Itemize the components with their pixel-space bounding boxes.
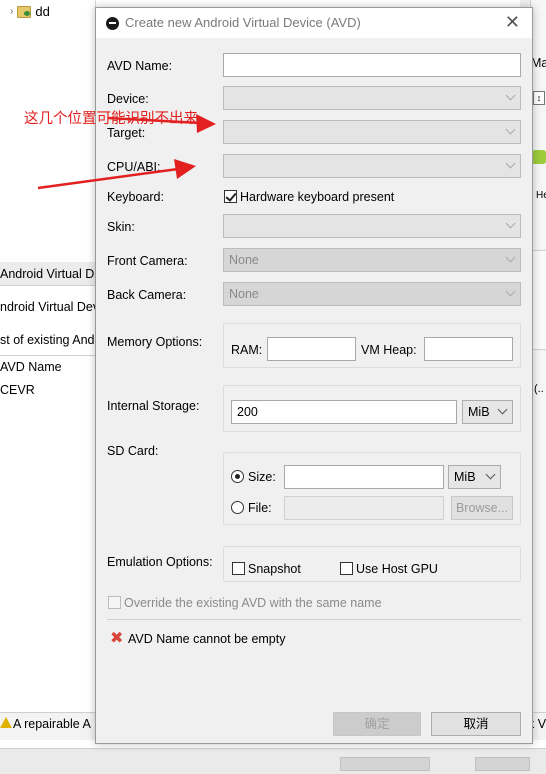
- hardware-keyboard-checkbox[interactable]: [224, 190, 237, 203]
- internal-storage-unit-value: MiB: [468, 405, 490, 419]
- problem-message[interactable]: A repairable A: [13, 717, 91, 731]
- device-label: Device:: [107, 92, 149, 106]
- right-panel-text: He: [536, 190, 546, 201]
- use-host-gpu-checkbox[interactable]: [340, 562, 353, 575]
- skin-select[interactable]: [223, 214, 521, 238]
- emulation-options-label: Emulation Options:: [107, 555, 213, 569]
- memory-options-label: Memory Options:: [107, 335, 203, 349]
- annotation-text: 这几个位置可能识别不出来: [24, 111, 198, 127]
- sd-file-label: File:: [248, 501, 272, 515]
- internal-storage-label: Internal Storage:: [107, 399, 200, 413]
- front-camera-label: Front Camera:: [107, 254, 188, 268]
- snapshot-label: Snapshot: [248, 562, 301, 576]
- sd-size-input[interactable]: [284, 465, 444, 489]
- target-select[interactable]: [223, 120, 521, 144]
- chevron-down-icon: [485, 469, 496, 480]
- avd-manager-heading: ndroid Virtual Dev: [0, 300, 100, 314]
- vm-heap-input[interactable]: [424, 337, 513, 361]
- chevron-down-icon: [505, 158, 516, 169]
- tree-item-dd[interactable]: › dd: [10, 4, 50, 19]
- warning-icon: [0, 717, 12, 728]
- project-folder-icon: [17, 5, 32, 18]
- horizontal-scrollbar[interactable]: [340, 757, 430, 771]
- chevron-down-icon: [505, 90, 516, 101]
- use-host-gpu-label: Use Host GPU: [356, 562, 438, 576]
- cpu-abi-label: CPU/ABI:: [107, 160, 161, 174]
- sd-size-label: Size:: [248, 470, 276, 484]
- ram-input[interactable]: [267, 337, 356, 361]
- avd-list-column-header: AVD Name: [0, 360, 62, 374]
- sd-size-unit-select[interactable]: MiB: [448, 465, 501, 489]
- error-message: AVD Name cannot be empty: [128, 632, 286, 646]
- divider: [107, 619, 521, 620]
- chevron-down-icon: [505, 218, 516, 229]
- existing-avd-caption: st of existing And: [0, 333, 95, 347]
- sd-size-unit-value: MiB: [454, 470, 476, 484]
- android-icon: [532, 150, 546, 164]
- sd-size-radio[interactable]: [231, 470, 244, 483]
- sd-file-input[interactable]: [284, 496, 444, 520]
- chevron-down-icon: [505, 286, 516, 297]
- browse-button[interactable]: Browse...: [451, 496, 513, 520]
- back-camera-value: None: [229, 287, 259, 301]
- chevron-down-icon: [505, 124, 516, 135]
- dialog-titlebar: Create new Android Virtual Device (AVD) …: [96, 8, 532, 38]
- keyboard-label: Keyboard:: [107, 190, 164, 204]
- close-icon[interactable]: ✕: [505, 12, 520, 33]
- ram-label: RAM:: [231, 343, 263, 357]
- status-bar: [0, 748, 546, 774]
- back-camera-label: Back Camera:: [107, 288, 187, 302]
- sd-card-label: SD Card:: [107, 444, 159, 458]
- cpu-abi-select[interactable]: [223, 154, 521, 178]
- chevron-right-icon[interactable]: ›: [10, 6, 13, 17]
- sd-file-radio[interactable]: [231, 501, 244, 514]
- horizontal-scrollbar[interactable]: [475, 757, 530, 771]
- skin-label: Skin:: [107, 220, 135, 234]
- error-icon: ✖: [110, 630, 124, 647]
- avd-name-input[interactable]: [223, 53, 521, 77]
- dialog-app-icon: [106, 17, 119, 30]
- project-explorer: › dd: [0, 0, 96, 260]
- chevron-down-icon: [497, 404, 508, 415]
- tree-item-label: dd: [35, 4, 50, 19]
- right-panel-text: (..: [534, 383, 544, 395]
- internal-storage-unit-select[interactable]: MiB: [462, 400, 513, 424]
- avd-name-label: AVD Name:: [107, 59, 173, 73]
- scroll-toggle-icon[interactable]: ↕: [533, 91, 545, 105]
- dialog-title: Create new Android Virtual Device (AVD): [125, 15, 361, 30]
- front-camera-select[interactable]: None: [223, 248, 521, 272]
- front-camera-value: None: [229, 253, 259, 267]
- vm-heap-label: VM Heap:: [361, 343, 417, 357]
- back-camera-select[interactable]: None: [223, 282, 521, 306]
- avd-list-item[interactable]: CEVR: [0, 383, 35, 397]
- hardware-keyboard-label: Hardware keyboard present: [240, 190, 395, 204]
- internal-storage-input[interactable]: 200: [231, 400, 457, 424]
- cancel-button[interactable]: 取消: [431, 712, 521, 736]
- target-label: Target:: [107, 126, 146, 140]
- avd-manager-tab[interactable]: Android Virtual D: [0, 267, 94, 281]
- snapshot-checkbox[interactable]: [232, 562, 245, 575]
- divider: [0, 355, 96, 356]
- device-select[interactable]: [223, 86, 521, 110]
- override-label: Override the existing AVD with the same …: [124, 596, 382, 610]
- chevron-down-icon: [505, 252, 516, 263]
- ok-button[interactable]: 确定: [333, 712, 421, 736]
- override-checkbox[interactable]: [108, 596, 121, 609]
- right-panel-text: Ma: [531, 56, 546, 70]
